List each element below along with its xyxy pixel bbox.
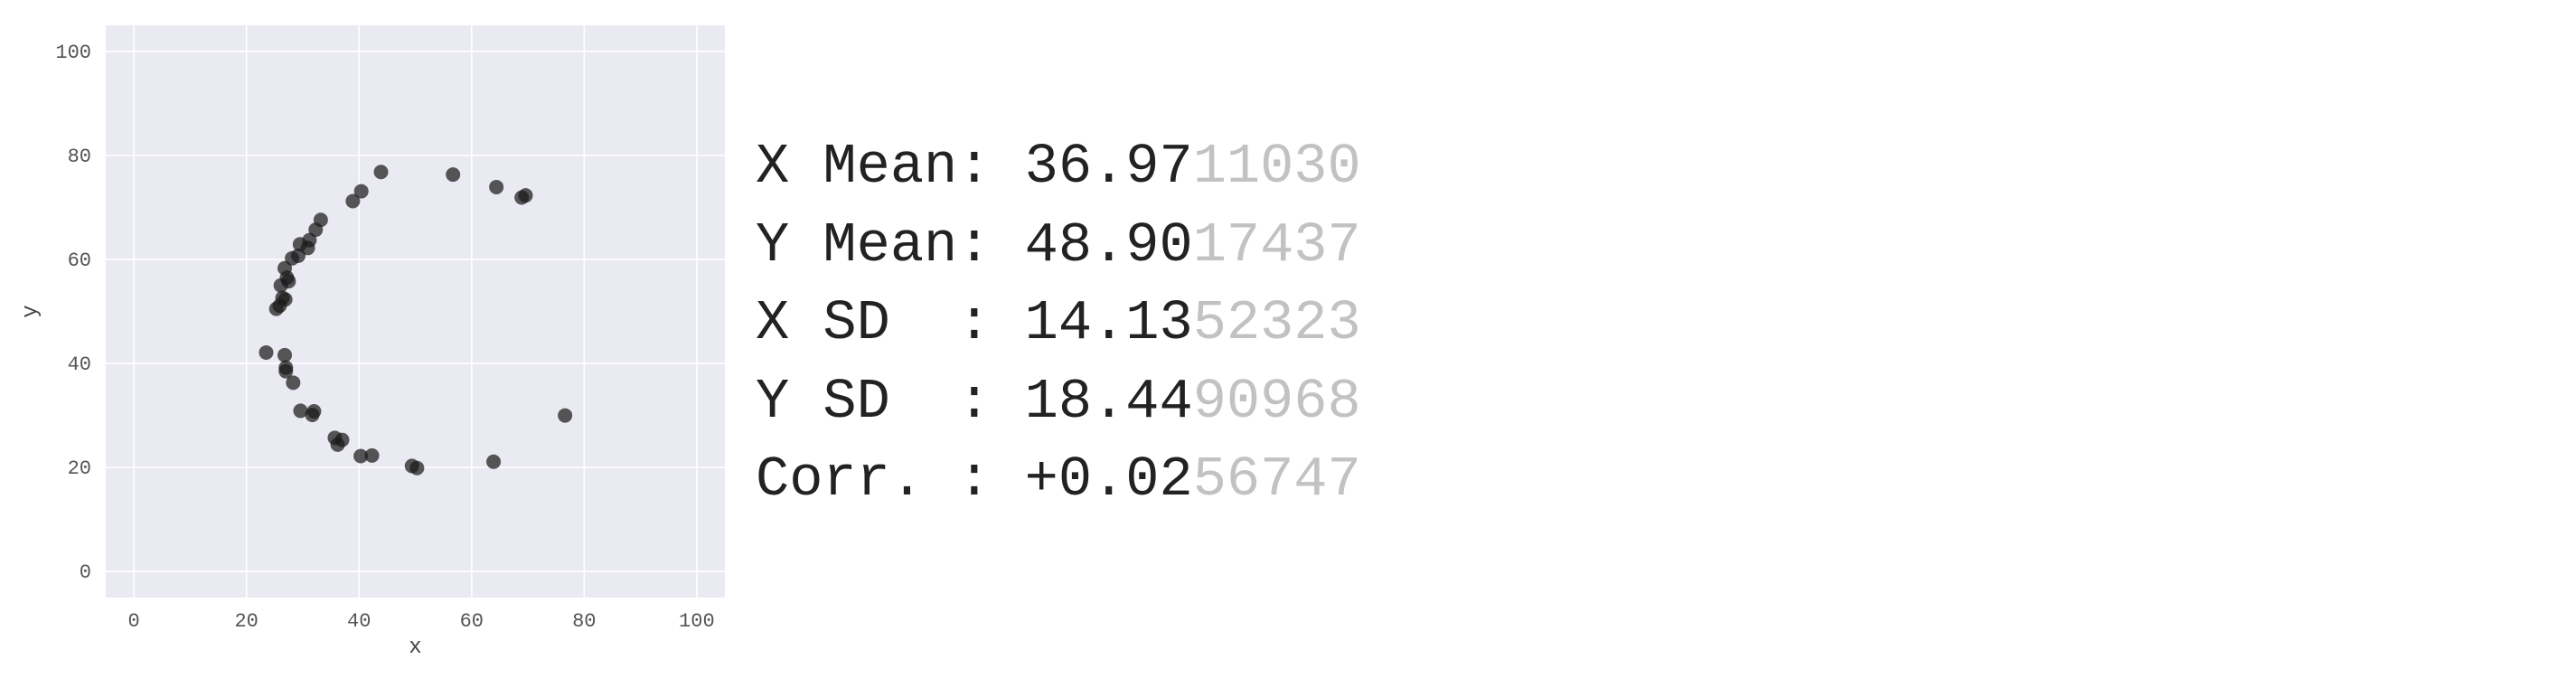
y-tick-label: 80 (68, 146, 91, 168)
summary-statistics: X Mean: 36.9711030 Y Mean: 48.9017437 X … (756, 128, 1361, 520)
stat-value-main: 14.13 (1024, 291, 1193, 355)
x-axis-label: x (409, 636, 421, 660)
y-tick-label: 20 (68, 457, 91, 480)
data-point (277, 347, 293, 363)
x-tick-label: 80 (572, 610, 596, 633)
data-point (313, 212, 328, 228)
data-point (489, 179, 504, 194)
plot-background (106, 25, 725, 598)
x-tick-labels: 0 20 40 60 80 100 (128, 610, 715, 633)
x-tick-label: 0 (128, 610, 140, 633)
stat-row-y-sd: Y SD : 18.4490968 (756, 363, 1361, 442)
x-tick-label: 20 (234, 610, 258, 633)
y-axis-label: y (19, 305, 43, 317)
stat-row-correlation: Corr. : +0.0256747 (756, 441, 1361, 520)
data-point (373, 165, 389, 180)
stat-label: X Mean: (756, 135, 1025, 199)
y-tick-label: 40 (68, 353, 91, 376)
y-tick-label: 0 (80, 561, 91, 584)
stat-row-x-mean: X Mean: 36.9711030 (756, 128, 1361, 207)
stat-value-faded: 17437 (1192, 212, 1361, 278)
data-point (446, 167, 461, 183)
stat-value-faded: 56747 (1192, 447, 1361, 512)
scatter-chart: 0 20 40 60 80 100 0 20 40 60 80 100 x y (19, 25, 725, 660)
stat-label: Y Mean: (756, 212, 1025, 278)
stat-value-main: +0.02 (1024, 447, 1193, 512)
stat-label: Corr. : (756, 447, 1025, 512)
stat-value-main: 48.90 (1024, 212, 1193, 278)
data-point (558, 408, 573, 423)
y-tick-label: 100 (55, 42, 91, 64)
data-point (364, 447, 380, 463)
data-point (353, 184, 369, 199)
x-tick-label: 40 (347, 610, 371, 633)
stat-value-faded: 11030 (1192, 135, 1361, 199)
data-point (259, 344, 274, 360)
x-tick-label: 100 (679, 610, 715, 633)
x-tick-label: 60 (460, 610, 484, 633)
data-point (486, 454, 502, 469)
data-point (281, 274, 296, 289)
y-tick-label: 60 (68, 250, 91, 272)
data-point (518, 188, 533, 203)
data-point (306, 403, 322, 419)
stat-label: X SD : (756, 291, 1025, 355)
stat-label: Y SD : (756, 369, 1025, 434)
stat-value-main: 18.44 (1024, 369, 1193, 434)
y-tick-labels: 0 20 40 60 80 100 (55, 42, 91, 584)
data-point (409, 460, 425, 476)
stat-value-faded: 52323 (1192, 291, 1361, 355)
stat-value-main: 36.97 (1024, 135, 1193, 199)
data-point (334, 432, 350, 447)
stat-row-x-sd: X SD : 14.1352323 (756, 285, 1361, 363)
stat-row-y-mean: Y Mean: 48.9017437 (756, 207, 1361, 286)
stat-value-faded: 90968 (1192, 369, 1361, 434)
data-point (277, 292, 293, 307)
data-point (286, 375, 301, 391)
